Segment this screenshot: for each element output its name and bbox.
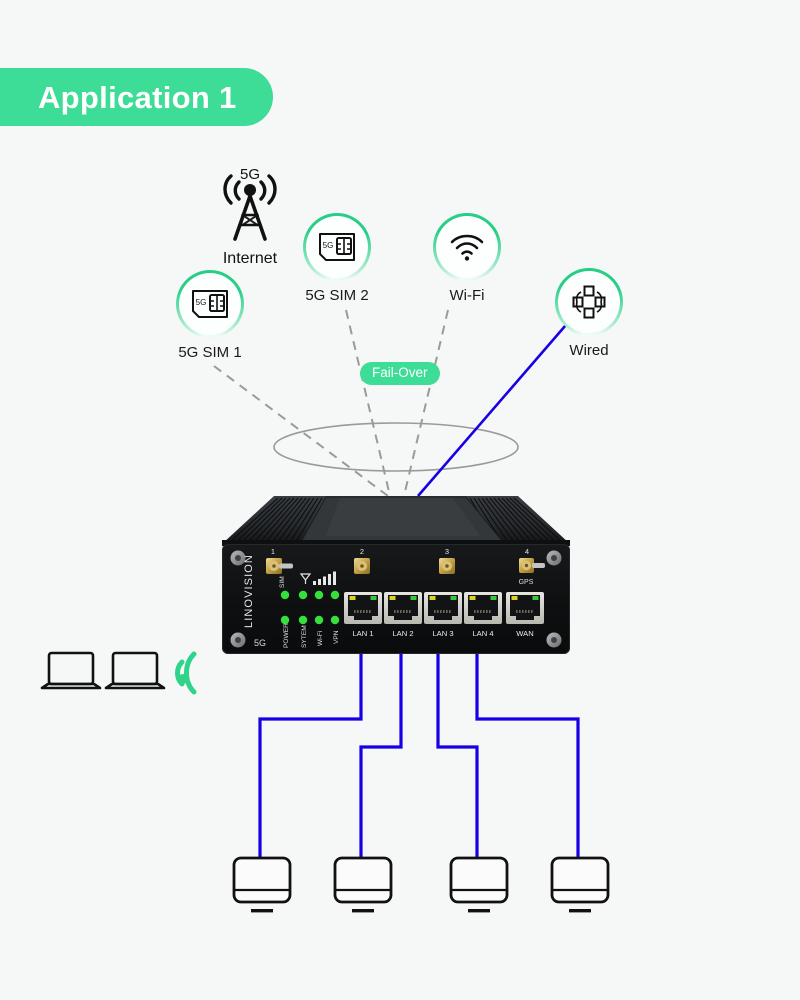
led-power <box>280 615 290 625</box>
laptop-icon-2 <box>104 651 166 690</box>
ethernet-port-lan2-label: LAN 2 <box>392 629 413 638</box>
led-signal-1 <box>298 590 308 600</box>
uplink-label-sim2: 5G SIM 2 <box>305 287 369 304</box>
wifi-signal-green-icon <box>175 651 197 695</box>
uplink-label-wired: Wired <box>569 342 609 359</box>
router-device[interactable]: LINOVISION 5G 1 2 3 4 GPS SIM POWER SYTE… <box>222 496 570 658</box>
svg-text:4: 4 <box>525 547 529 556</box>
router-heatsink-top <box>222 496 570 546</box>
svg-text:1: 1 <box>271 547 275 556</box>
uplink-label-wifi: Wi-Fi <box>449 287 485 304</box>
cable-lan2 <box>359 652 403 858</box>
link-sim1-dashed <box>213 365 389 497</box>
sim-card-5g-icon: 5G <box>319 233 355 261</box>
wired-circle <box>555 268 623 336</box>
ethernet-port-lan3-label: LAN 3 <box>432 629 453 638</box>
led-signal-2 <box>314 590 324 600</box>
failover-label: Fail-Over <box>372 365 428 380</box>
monitor-icon-4 <box>550 856 610 913</box>
monitor-icon-3 <box>449 856 509 913</box>
led-sim <box>280 590 290 600</box>
led-signal-3 <box>330 590 340 600</box>
uplink-node-sim2[interactable]: 5G 5G SIM 2 <box>303 213 371 304</box>
uplink-node-internet[interactable]: 5G Internet <box>206 163 294 268</box>
sim1-circle: 5G <box>176 270 244 338</box>
cell-tower-5g-icon: 5G <box>223 166 277 241</box>
led-wifi <box>314 615 324 625</box>
wifi-icon <box>450 234 484 261</box>
cable-lan4 <box>475 652 580 858</box>
monitor-icon-1 <box>232 856 292 913</box>
svg-text:SIM: SIM <box>279 576 286 588</box>
svg-text:5G: 5G <box>323 241 334 250</box>
tower-5g-text: 5G <box>240 166 260 183</box>
svg-text:2: 2 <box>360 547 364 556</box>
diagram-canvas: Application 1 5G Internet 5G 5G SIM 1 5G… <box>0 0 800 1000</box>
ethernet-port-lan1-label: LAN 1 <box>352 629 373 638</box>
uplink-node-wired[interactable]: Wired <box>555 268 623 359</box>
led-label-system: SYTEM <box>301 625 308 648</box>
link-wired-solid <box>417 317 573 497</box>
cable-lan3 <box>436 652 479 858</box>
wireless-coverage-ellipse <box>273 422 519 472</box>
router-tech-label: 5G <box>254 638 266 648</box>
cable-lan1 <box>258 652 363 858</box>
uplink-node-sim1[interactable]: 5G 5G SIM 1 <box>176 270 244 361</box>
sim-card-5g-icon: 5G <box>192 290 228 318</box>
led-label-power: POWER <box>283 623 290 648</box>
link-sim2-dashed <box>345 309 391 497</box>
ethernet-port-lan4-label: LAN 4 <box>472 629 493 638</box>
wired-clients-group <box>232 856 610 913</box>
uplink-node-wifi[interactable]: Wi-Fi <box>433 213 501 304</box>
led-system <box>298 615 308 625</box>
wireless-clients-group <box>40 651 197 695</box>
uplink-label-sim1: 5G SIM 1 <box>178 344 242 361</box>
ethernet-port-wan-label: WAN <box>516 629 533 638</box>
router-brand-label: LINOVISION <box>243 554 255 628</box>
antenna-port-4-caption: GPS <box>519 579 534 586</box>
svg-text:3: 3 <box>445 547 449 556</box>
led-vpn <box>330 615 340 625</box>
uplink-label-internet: Internet <box>222 250 278 267</box>
led-label-wifi: Wi-Fi <box>317 630 324 646</box>
wifi-circle <box>433 213 501 281</box>
led-label-vpn: VPN <box>333 630 340 644</box>
laptop-icon-1 <box>40 651 102 690</box>
failover-badge: Fail-Over <box>360 362 440 385</box>
monitor-icon-2 <box>333 856 393 913</box>
sim2-circle: 5G <box>303 213 371 281</box>
network-nodes-icon <box>572 285 606 319</box>
svg-text:5G: 5G <box>196 298 207 307</box>
